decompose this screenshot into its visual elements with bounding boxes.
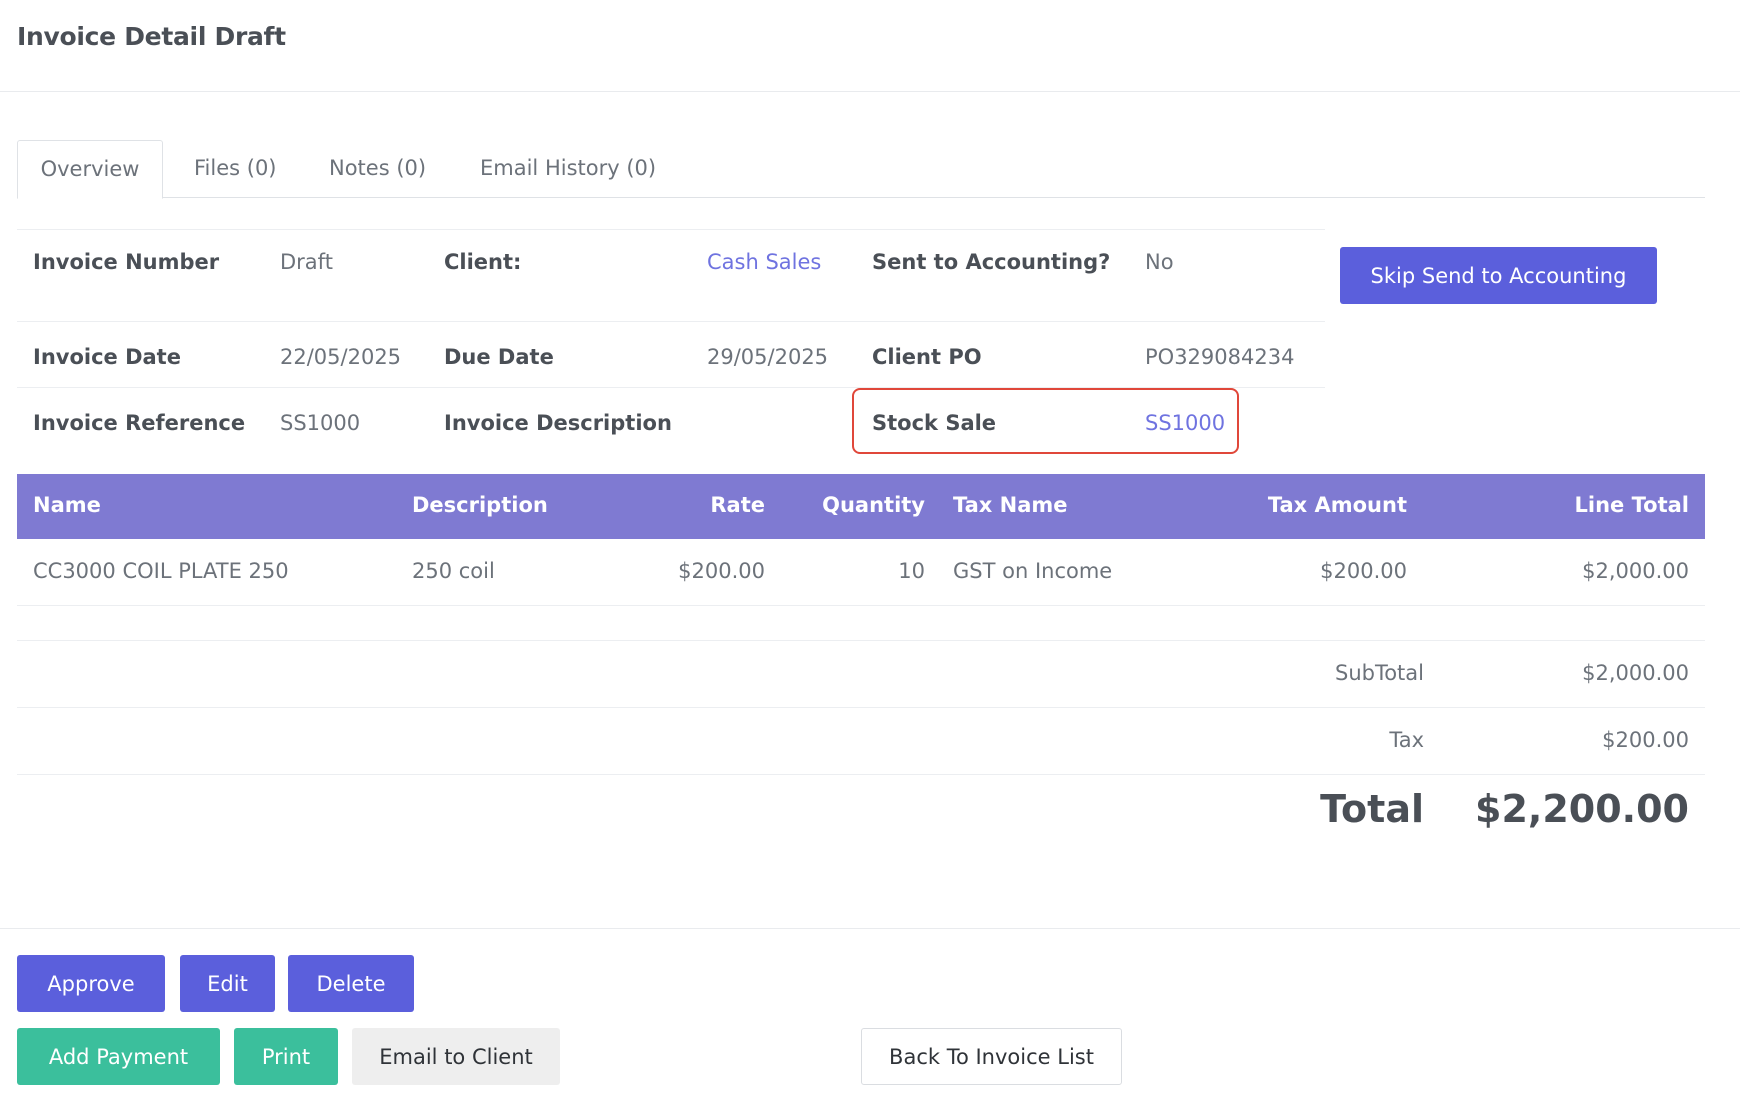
invoice-reference-label: Invoice Reference	[33, 411, 246, 435]
invoice-description-label: Invoice Description	[444, 411, 672, 435]
approve-button[interactable]: Approve	[17, 955, 165, 1012]
tab-email-history[interactable]: Email History (0)	[480, 140, 656, 198]
page-header: Invoice Detail Draft	[0, 0, 1740, 92]
tax-label: Tax	[1389, 728, 1424, 752]
col-description: Description	[412, 493, 548, 517]
tab-bar: Overview Files (0) Notes (0) Email Histo…	[17, 140, 1705, 199]
subtotal-row: SubTotal $2,000.00	[17, 640, 1705, 707]
col-tax-amount: Tax Amount	[1267, 493, 1407, 517]
tax-row: Tax $200.00	[17, 707, 1705, 774]
cell-quantity: 10	[898, 559, 925, 583]
client-link[interactable]: Cash Sales	[707, 250, 821, 274]
cell-rate: $200.00	[678, 559, 765, 583]
invoice-reference-value: SS1000	[280, 411, 361, 435]
invoice-date-label: Invoice Date	[33, 345, 181, 369]
back-to-invoice-list-button[interactable]: Back To Invoice List	[861, 1028, 1122, 1085]
edit-button[interactable]: Edit	[180, 955, 275, 1012]
cell-tax-amount: $200.00	[1320, 559, 1407, 583]
due-date-value: 29/05/2025	[707, 345, 829, 369]
invoice-number-value: Draft	[280, 250, 333, 274]
total-row: Total $2,200.00	[17, 774, 1705, 854]
cell-description: 250 coil	[412, 559, 495, 583]
total-value: $2,200.00	[1475, 787, 1689, 831]
footer-divider	[0, 928, 1740, 929]
col-quantity: Quantity	[822, 493, 925, 517]
col-name: Name	[33, 493, 101, 517]
tax-value: $200.00	[1602, 728, 1689, 752]
table-header: Name Description Rate Quantity Tax Name …	[17, 474, 1705, 539]
add-payment-button[interactable]: Add Payment	[17, 1028, 220, 1085]
tab-files[interactable]: Files (0)	[194, 140, 277, 198]
sent-to-accounting-value: No	[1145, 250, 1174, 274]
col-tax-name: Tax Name	[953, 493, 1068, 517]
email-to-client-button[interactable]: Email to Client	[352, 1028, 560, 1085]
subtotal-value: $2,000.00	[1582, 661, 1689, 685]
client-po-label: Client PO	[872, 345, 982, 369]
tab-overview[interactable]: Overview	[17, 140, 163, 199]
client-label: Client:	[444, 250, 522, 274]
cell-tax-name: GST on Income	[953, 559, 1113, 583]
totals-section: SubTotal $2,000.00 Tax $200.00 Total $2,…	[17, 640, 1705, 854]
info-row: Invoice Number Draft Client: Cash Sales …	[17, 229, 1325, 321]
sent-to-accounting-label: Sent to Accounting?	[872, 250, 1111, 274]
col-rate: Rate	[710, 493, 765, 517]
skip-send-to-accounting-button[interactable]: Skip Send to Accounting	[1340, 247, 1657, 304]
invoice-date-value: 22/05/2025	[280, 345, 402, 369]
client-po-value: PO329084234	[1145, 345, 1295, 369]
table-row: CC3000 COIL PLATE 250 250 coil $200.00 1…	[17, 539, 1705, 606]
cell-name: CC3000 COIL PLATE 250	[33, 559, 289, 583]
tab-notes[interactable]: Notes (0)	[329, 140, 426, 198]
stock-sale-highlight	[852, 388, 1239, 454]
delete-button[interactable]: Delete	[288, 955, 414, 1012]
subtotal-label: SubTotal	[1334, 661, 1424, 685]
info-row: Invoice Date 22/05/2025 Due Date 29/05/2…	[17, 321, 1325, 387]
page-title: Invoice Detail Draft	[17, 22, 286, 51]
cell-line-total: $2,000.00	[1582, 559, 1689, 583]
line-items-table: Name Description Rate Quantity Tax Name …	[17, 474, 1705, 606]
invoice-number-label: Invoice Number	[33, 250, 220, 274]
print-button[interactable]: Print	[234, 1028, 338, 1085]
total-label: Total	[1320, 787, 1424, 831]
due-date-label: Due Date	[444, 345, 554, 369]
col-line-total: Line Total	[1574, 493, 1689, 517]
